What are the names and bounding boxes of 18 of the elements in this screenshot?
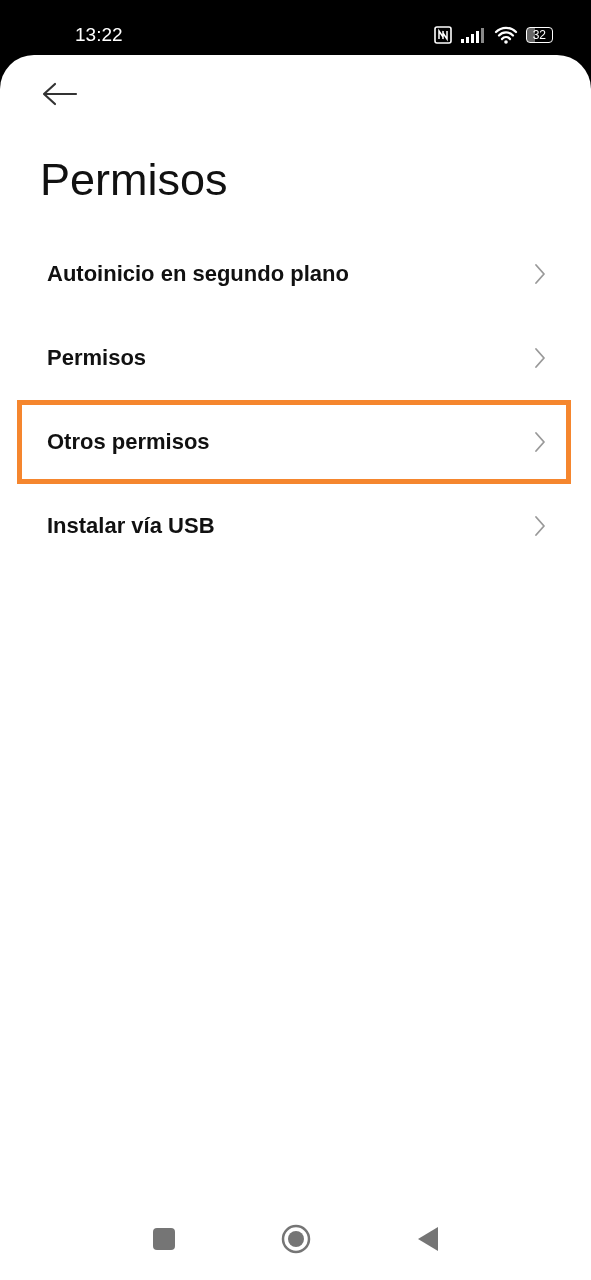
menu-item[interactable]: Permisos	[17, 316, 571, 400]
recents-button[interactable]	[153, 1228, 175, 1250]
chevron-icon	[534, 515, 546, 537]
battery-indicator: 32	[525, 27, 553, 43]
signal-icon	[459, 27, 486, 43]
home-button[interactable]	[281, 1224, 311, 1254]
menu-item[interactable]: Otros permisos	[17, 400, 571, 484]
chevron-icon	[534, 347, 546, 369]
back-nav-button[interactable]	[417, 1226, 439, 1252]
menu-item[interactable]: Instalar vía USB	[17, 484, 571, 568]
chevron-icon	[534, 263, 546, 285]
nfc-icon	[433, 26, 452, 44]
wifi-icon	[493, 26, 518, 44]
status-time: 13:22	[75, 24, 123, 46]
menu-item[interactable]: Autoinicio en segundo plano	[17, 232, 571, 316]
chevron-icon	[534, 431, 546, 453]
back-button[interactable]	[42, 82, 78, 106]
page-title: Permisos	[40, 153, 229, 207]
